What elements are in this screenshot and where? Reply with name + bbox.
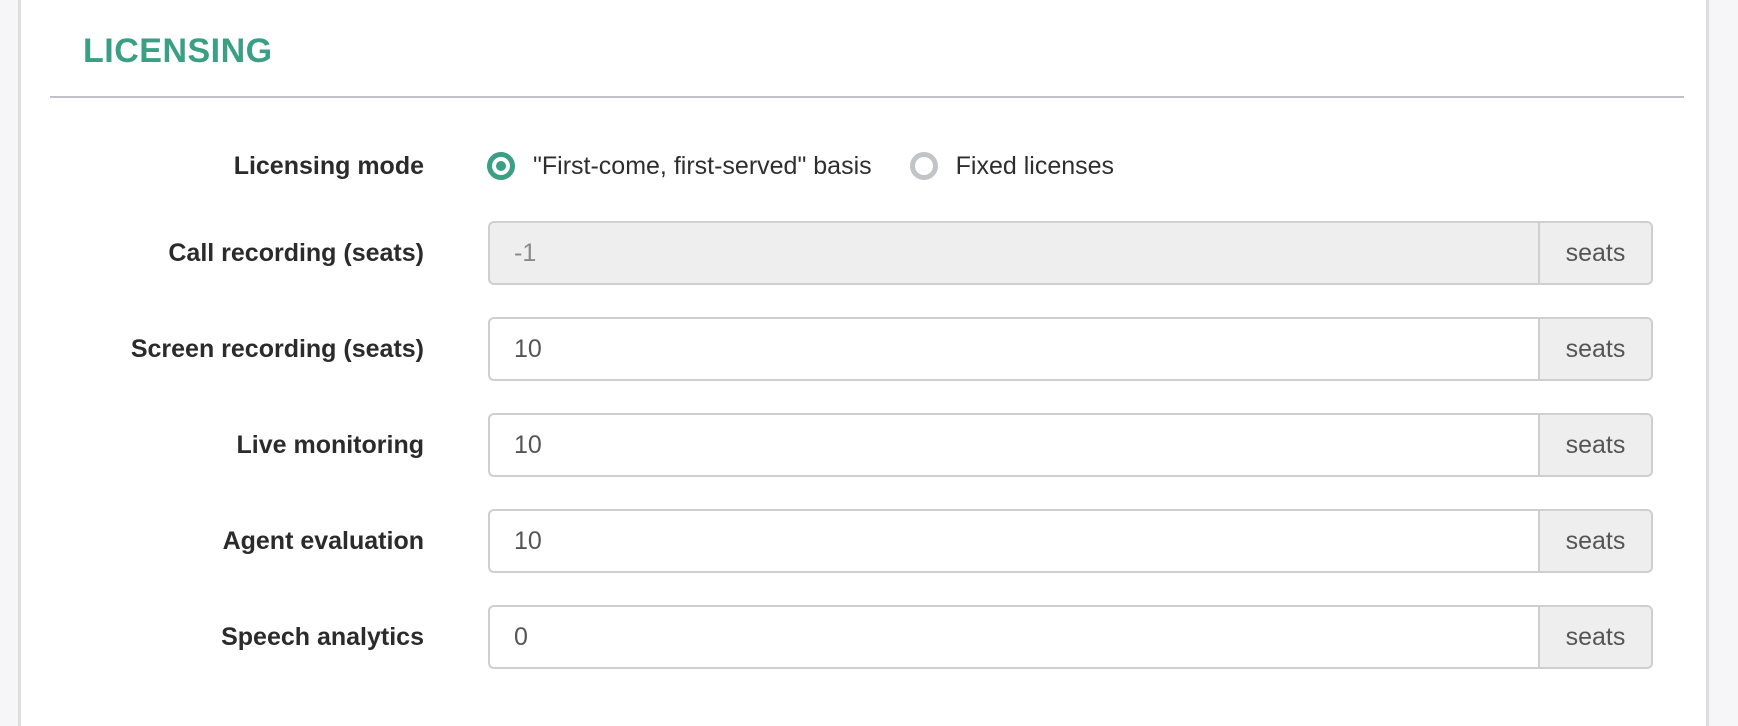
radio-option-first-come[interactable]: "First-come, first-served" basis (487, 152, 872, 181)
radio-label-fixed-licenses: Fixed licenses (955, 151, 1115, 180)
call-recording-row: Call recording (seats) seats (21, 221, 1706, 285)
radio-unchecked-icon[interactable] (909, 152, 938, 180)
call-recording-input[interactable] (488, 221, 1538, 285)
agent-evaluation-unit-addon: seats (1538, 509, 1653, 573)
screen-recording-unit-addon: seats (1538, 317, 1653, 381)
speech-analytics-unit-addon: seats (1538, 605, 1653, 669)
live-monitoring-input[interactable] (488, 413, 1538, 477)
call-recording-unit-addon: seats (1538, 221, 1653, 285)
live-monitoring-label: Live monitoring (236, 431, 425, 459)
radio-checked-icon[interactable] (487, 152, 515, 180)
section-title: LICENSING (83, 32, 273, 70)
agent-evaluation-label: Agent evaluation (222, 527, 424, 555)
licensing-mode-row: Licensing mode "First-come, first-served… (21, 134, 1706, 198)
call-recording-input-group: seats (488, 221, 1653, 285)
licensing-mode-label: Licensing mode (233, 152, 424, 180)
agent-evaluation-input-group: seats (488, 509, 1653, 573)
screen-recording-input[interactable] (488, 317, 1538, 381)
screen-recording-input-group: seats (488, 317, 1653, 381)
agent-evaluation-row: Agent evaluation seats (21, 509, 1706, 573)
live-monitoring-input-group: seats (488, 413, 1653, 477)
radio-label-first-come: "First-come, first-served" basis (533, 151, 872, 180)
live-monitoring-row: Live monitoring seats (21, 413, 1706, 477)
section-divider (50, 96, 1684, 98)
screen-recording-row: Screen recording (seats) seats (21, 317, 1706, 381)
licensing-panel: LICENSING Licensing mode "First-come, fi… (18, 0, 1709, 726)
licensing-mode-radio-group: "First-come, first-served" basis Fixed l… (487, 134, 1152, 198)
radio-option-fixed-licenses[interactable]: Fixed licenses (909, 151, 1115, 181)
speech-analytics-input-group: seats (488, 605, 1653, 669)
speech-analytics-label: Speech analytics (221, 623, 424, 651)
screen-recording-label: Screen recording (seats) (130, 335, 424, 363)
speech-analytics-input[interactable] (488, 605, 1538, 669)
live-monitoring-unit-addon: seats (1538, 413, 1653, 477)
agent-evaluation-input[interactable] (488, 509, 1538, 573)
call-recording-label: Call recording (seats) (168, 239, 424, 267)
speech-analytics-row: Speech analytics seats (21, 605, 1706, 669)
